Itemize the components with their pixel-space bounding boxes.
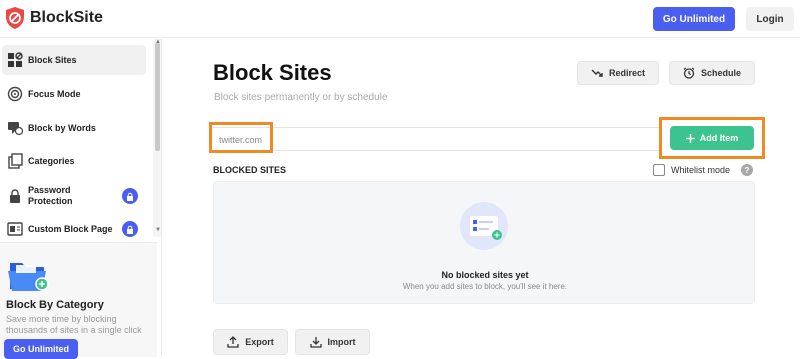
sidebar-item-label: Block Sites [28,54,77,65]
sidebar-item-label: Custom Block Page [28,223,113,234]
go-unlimited-button[interactable]: Go Unlimited [653,7,735,31]
export-label: Export [245,337,274,347]
page-title: Block Sites [213,60,332,85]
custom-page-icon [7,222,23,236]
add-item-button[interactable]: Add Item [670,126,754,150]
promo-card: Block By Category Save more time by bloc… [0,242,157,359]
promo-description: Save more time by blocking thousands of … [6,314,142,335]
folder-icon [8,263,49,291]
import-label: Import [327,337,356,347]
plus-icon [685,133,695,143]
blocked-sites-heading: BLOCKED SITES [213,165,287,175]
sidebar-item-block-by-words[interactable]: Block by Words [0,113,152,143]
sidebar-item-custom-block-page[interactable]: Custom Block Page [0,214,152,244]
empty-state-title: No blocked sites yet [441,270,529,280]
help-icon[interactable]: ? [741,164,753,176]
scroll-down-icon[interactable]: ▼ [155,227,161,233]
url-input-container [213,127,660,151]
sidebar-item-password-protection[interactable]: Password Protection [0,180,152,212]
sidebar-item-block-sites[interactable]: Block Sites [2,45,146,75]
sidebar-item-label: Categories [28,155,75,166]
import-icon [309,337,322,348]
brand-name: BlockSite [30,9,103,26]
promo-title: Block By Category [6,299,104,311]
sidebar-scroll-thumb[interactable] [155,43,160,151]
shield-icon [6,7,24,29]
lock-icon [10,189,20,203]
page-subtitle: Block sites permanently or by schedule [214,92,388,103]
login-button[interactable]: Login [746,7,794,31]
categories-icon [8,153,23,169]
redirect-icon [591,69,603,77]
sidebar-item-label: Block by Words [28,122,96,133]
export-icon [227,336,239,348]
whitelist-mode-checkbox[interactable] [653,164,665,176]
top-bar: BlockSite Go Unlimited Login [0,0,800,38]
redirect-button[interactable]: Redirect [577,61,659,85]
sidebar-item-label: Password Protection [28,185,73,206]
block-sites-icon [8,52,23,67]
promo-go-unlimited-button[interactable]: Go Unlimited [4,339,78,359]
schedule-label: Schedule [700,68,741,78]
redirect-label: Redirect [608,68,645,78]
empty-state-description: When you add sites to block, you'll see … [402,282,568,291]
block-words-icon [8,122,23,136]
empty-list-icon [460,202,508,250]
locked-badge-icon [122,221,138,237]
blocked-sites-empty-state: No blocked sites yet When you add sites … [213,181,755,304]
scroll-up-icon[interactable]: ▲ [155,39,161,45]
whitelist-mode-label[interactable]: Whitelist mode [671,165,730,175]
focus-mode-icon [7,86,23,102]
sidebar-item-categories[interactable]: Categories [0,146,152,176]
sidebar-item-focus-mode[interactable]: Focus Mode [0,79,152,109]
locked-badge-icon [122,188,138,204]
schedule-button[interactable]: Schedule [669,61,755,85]
import-button[interactable]: Import [295,329,370,355]
highlight-box-input [209,122,273,153]
clock-icon [683,67,695,79]
sidebar-item-label: Focus Mode [28,88,81,99]
export-button[interactable]: Export [213,329,288,355]
add-item-label: Add Item [699,133,739,143]
